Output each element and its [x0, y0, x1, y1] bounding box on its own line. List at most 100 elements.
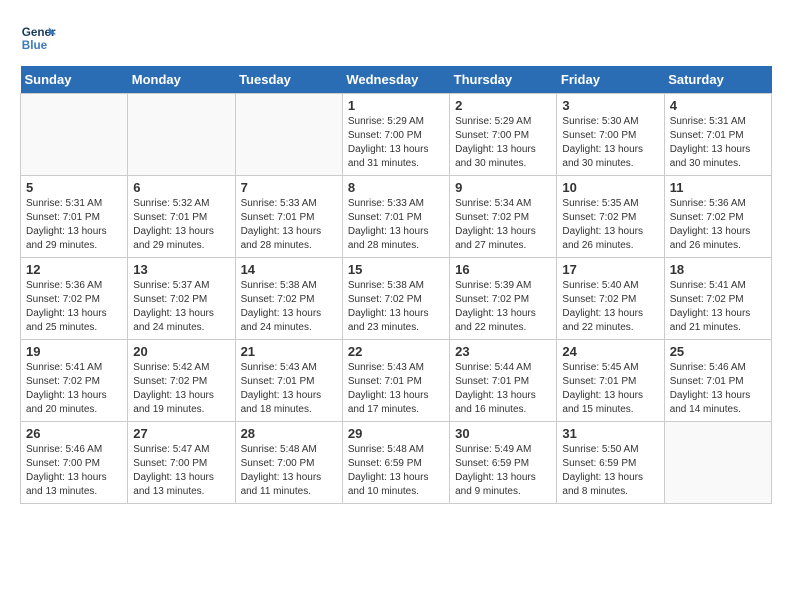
day-info: Sunrise: 5:32 AMSunset: 7:01 PMDaylight:…: [133, 197, 229, 253]
day-number: 11: [670, 180, 766, 195]
header-saturday: Saturday: [664, 66, 771, 94]
day-number: 31: [562, 426, 658, 441]
day-info: Sunrise: 5:44 AMSunset: 7:01 PMDaylight:…: [455, 361, 551, 417]
week-row-2: 5 Sunrise: 5:31 AMSunset: 7:01 PMDaylight…: [21, 176, 772, 258]
day-info: Sunrise: 5:42 AMSunset: 7:02 PMDaylight:…: [133, 361, 229, 417]
calendar-cell: 21Sunrise: 5:43 AMSunset: 7:01 PMDayligh…: [235, 340, 342, 422]
calendar-cell: 16 Sunrise: 5:39 AMSunset: 7:02 PMDayligh…: [450, 258, 557, 340]
day-number: 16: [455, 262, 551, 277]
calendar-cell: 26 Sunrise: 5:46 AMSunset: 7:00 PMDayligh…: [21, 422, 128, 504]
day-info: Sunrise: 5:38 AMSunset: 7:02 PMDaylight:…: [241, 279, 337, 335]
day-number: 5: [26, 180, 122, 195]
calendar-cell: 31Sunrise: 5:50 AMSunset: 6:59 PMDayligh…: [557, 422, 664, 504]
calendar-cell: 23 Sunrise: 5:44 AMSunset: 7:01 PMDayligh…: [450, 340, 557, 422]
day-info: Sunrise: 5:35 AMSunset: 7:02 PMDaylight:…: [562, 197, 658, 253]
day-number: 23: [455, 344, 551, 359]
day-number: 19: [26, 344, 122, 359]
day-info: Sunrise: 5:48 AMSunset: 7:00 PMDaylight:…: [241, 443, 337, 499]
page-header: General Blue: [20, 20, 772, 56]
header-row: SundayMondayTuesdayWednesdayThursdayFrid…: [21, 66, 772, 94]
day-number: 28: [241, 426, 337, 441]
day-info: Sunrise: 5:33 AMSunset: 7:01 PMDaylight:…: [348, 197, 444, 253]
week-row-4: 19 Sunrise: 5:41 AMSunset: 7:02 PMDayligh…: [21, 340, 772, 422]
day-number: 17: [562, 262, 658, 277]
calendar-cell: 2 Sunrise: 5:29 AMSunset: 7:00 PMDaylight…: [450, 94, 557, 176]
calendar-cell: [128, 94, 235, 176]
calendar-cell: 6 Sunrise: 5:32 AMSunset: 7:01 PMDaylight…: [128, 176, 235, 258]
day-info: Sunrise: 5:31 AMSunset: 7:01 PMDaylight:…: [26, 197, 122, 253]
calendar-cell: 7Sunrise: 5:33 AMSunset: 7:01 PMDaylight…: [235, 176, 342, 258]
day-number: 2: [455, 98, 551, 113]
day-info: Sunrise: 5:40 AMSunset: 7:02 PMDaylight:…: [562, 279, 658, 335]
calendar-cell: 18 Sunrise: 5:41 AMSunset: 7:02 PMDayligh…: [664, 258, 771, 340]
day-number: 20: [133, 344, 229, 359]
logo: General Blue: [20, 20, 60, 56]
calendar-cell: 1 Sunrise: 5:29 AMSunset: 7:00 PMDaylight…: [342, 94, 449, 176]
day-info: Sunrise: 5:36 AMSunset: 7:02 PMDaylight:…: [670, 197, 766, 253]
day-info: Sunrise: 5:37 AMSunset: 7:02 PMDaylight:…: [133, 279, 229, 335]
day-info: Sunrise: 5:39 AMSunset: 7:02 PMDaylight:…: [455, 279, 551, 335]
calendar-cell: 19 Sunrise: 5:41 AMSunset: 7:02 PMDayligh…: [21, 340, 128, 422]
day-number: 4: [670, 98, 766, 113]
day-number: 27: [133, 426, 229, 441]
day-number: 1: [348, 98, 444, 113]
calendar-cell: [21, 94, 128, 176]
day-info: Sunrise: 5:29 AMSunset: 7:00 PMDaylight:…: [348, 115, 444, 171]
day-number: 30: [455, 426, 551, 441]
day-number: 10: [562, 180, 658, 195]
calendar-cell: 15Sunrise: 5:38 AMSunset: 7:02 PMDayligh…: [342, 258, 449, 340]
week-row-1: 1 Sunrise: 5:29 AMSunset: 7:00 PMDaylight…: [21, 94, 772, 176]
logo-icon: General Blue: [20, 20, 56, 56]
calendar-cell: 28 Sunrise: 5:48 AMSunset: 7:00 PMDayligh…: [235, 422, 342, 504]
calendar-cell: 24Sunrise: 5:45 AMSunset: 7:01 PMDayligh…: [557, 340, 664, 422]
calendar-cell: 20 Sunrise: 5:42 AMSunset: 7:02 PMDayligh…: [128, 340, 235, 422]
calendar-cell: 17 Sunrise: 5:40 AMSunset: 7:02 PMDayligh…: [557, 258, 664, 340]
day-info: Sunrise: 5:41 AMSunset: 7:02 PMDaylight:…: [26, 361, 122, 417]
calendar-cell: 25 Sunrise: 5:46 AMSunset: 7:01 PMDayligh…: [664, 340, 771, 422]
header-wednesday: Wednesday: [342, 66, 449, 94]
day-info: Sunrise: 5:47 AMSunset: 7:00 PMDaylight:…: [133, 443, 229, 499]
day-number: 14: [241, 262, 337, 277]
calendar-cell: 10 Sunrise: 5:35 AMSunset: 7:02 PMDayligh…: [557, 176, 664, 258]
calendar-cell: [664, 422, 771, 504]
day-number: 6: [133, 180, 229, 195]
calendar-cell: 27 Sunrise: 5:47 AMSunset: 7:00 PMDayligh…: [128, 422, 235, 504]
day-number: 3: [562, 98, 658, 113]
calendar-cell: 8Sunrise: 5:33 AMSunset: 7:01 PMDaylight…: [342, 176, 449, 258]
day-info: Sunrise: 5:36 AMSunset: 7:02 PMDaylight:…: [26, 279, 122, 335]
day-info: Sunrise: 5:46 AMSunset: 7:01 PMDaylight:…: [670, 361, 766, 417]
calendar-cell: 4Sunrise: 5:31 AMSunset: 7:01 PMDaylight…: [664, 94, 771, 176]
calendar-cell: 22 Sunrise: 5:43 AMSunset: 7:01 PMDayligh…: [342, 340, 449, 422]
header-sunday: Sunday: [21, 66, 128, 94]
day-number: 22: [348, 344, 444, 359]
day-info: Sunrise: 5:38 AMSunset: 7:02 PMDaylight:…: [348, 279, 444, 335]
header-thursday: Thursday: [450, 66, 557, 94]
day-number: 18: [670, 262, 766, 277]
svg-text:Blue: Blue: [22, 39, 48, 52]
day-number: 26: [26, 426, 122, 441]
calendar-cell: 29Sunrise: 5:48 AMSunset: 6:59 PMDayligh…: [342, 422, 449, 504]
header-tuesday: Tuesday: [235, 66, 342, 94]
day-info: Sunrise: 5:33 AMSunset: 7:01 PMDaylight:…: [241, 197, 337, 253]
calendar-cell: 3 Sunrise: 5:30 AMSunset: 7:00 PMDaylight…: [557, 94, 664, 176]
day-number: 9: [455, 180, 551, 195]
day-number: 25: [670, 344, 766, 359]
day-info: Sunrise: 5:49 AMSunset: 6:59 PMDaylight:…: [455, 443, 551, 499]
day-number: 21: [241, 344, 337, 359]
header-friday: Friday: [557, 66, 664, 94]
day-info: Sunrise: 5:46 AMSunset: 7:00 PMDaylight:…: [26, 443, 122, 499]
day-info: Sunrise: 5:29 AMSunset: 7:00 PMDaylight:…: [455, 115, 551, 171]
day-info: Sunrise: 5:34 AMSunset: 7:02 PMDaylight:…: [455, 197, 551, 253]
day-number: 29: [348, 426, 444, 441]
day-number: 24: [562, 344, 658, 359]
calendar-cell: 12Sunrise: 5:36 AMSunset: 7:02 PMDayligh…: [21, 258, 128, 340]
day-info: Sunrise: 5:30 AMSunset: 7:00 PMDaylight:…: [562, 115, 658, 171]
calendar-cell: 9 Sunrise: 5:34 AMSunset: 7:02 PMDaylight…: [450, 176, 557, 258]
week-row-5: 26 Sunrise: 5:46 AMSunset: 7:00 PMDayligh…: [21, 422, 772, 504]
calendar-cell: 11 Sunrise: 5:36 AMSunset: 7:02 PMDayligh…: [664, 176, 771, 258]
day-info: Sunrise: 5:43 AMSunset: 7:01 PMDaylight:…: [348, 361, 444, 417]
calendar-cell: 5 Sunrise: 5:31 AMSunset: 7:01 PMDaylight…: [21, 176, 128, 258]
day-info: Sunrise: 5:41 AMSunset: 7:02 PMDaylight:…: [670, 279, 766, 335]
calendar-cell: 30 Sunrise: 5:49 AMSunset: 6:59 PMDayligh…: [450, 422, 557, 504]
day-number: 13: [133, 262, 229, 277]
